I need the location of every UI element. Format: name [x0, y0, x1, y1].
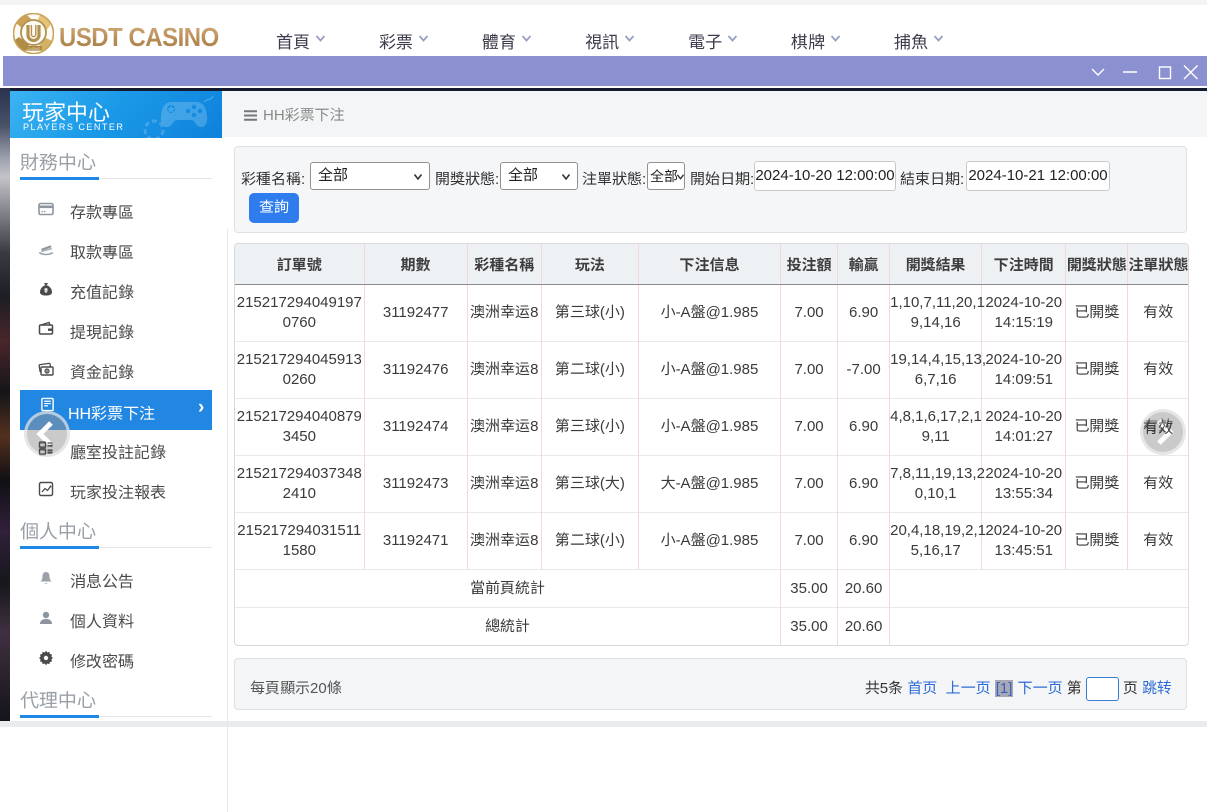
svg-text:CASINO: CASINO	[27, 47, 41, 51]
